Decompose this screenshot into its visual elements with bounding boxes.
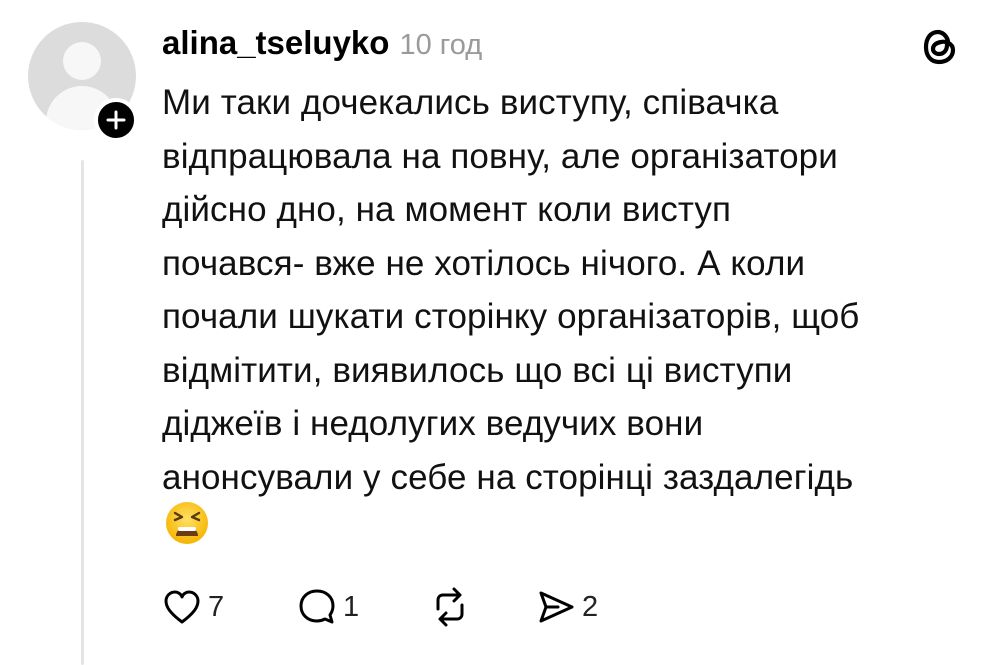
post-line: діджеїв і недолугих ведучих вони <box>162 404 704 443</box>
avatar-head <box>63 42 101 80</box>
share-button[interactable]: 2 <box>536 584 598 630</box>
like-count: 7 <box>208 590 225 623</box>
post-line: відмітити, виявилось що всі ці виступи <box>162 350 793 390</box>
follow-button[interactable] <box>94 98 138 142</box>
thread-line <box>81 160 84 665</box>
post-line: анонсували у себе на сторінці заздалегід… <box>162 457 854 497</box>
comment-icon <box>299 589 335 624</box>
post-line: почали шукати сторінку організаторів, що… <box>162 297 860 336</box>
like-button[interactable]: 7 <box>162 584 224 630</box>
post-line: дійсно дно, на момент коли виступ <box>162 190 732 229</box>
post-header: alina_tseluyko 10 год <box>162 24 482 64</box>
heart-icon <box>164 590 200 624</box>
post-text: Ми таки дочекались виступу, співачка від… <box>162 76 977 504</box>
post-line: відпрацювала на повну, але організатори <box>162 136 838 176</box>
threads-logo-icon[interactable] <box>917 24 963 70</box>
post-time: 10 год <box>399 29 483 61</box>
reply-count: 1 <box>343 590 360 623</box>
share-icon <box>539 591 574 623</box>
tired-face-emoji <box>166 502 208 544</box>
username[interactable]: alina_tseluyko <box>162 24 389 62</box>
share-count: 2 <box>582 590 599 623</box>
post-line: Ми таки дочекались виступу, співачка <box>162 83 779 122</box>
repost-icon <box>436 587 464 627</box>
plus-icon <box>106 110 126 130</box>
post-line: почався- вже не хотілось нічого. А коли <box>162 243 806 283</box>
reply-button[interactable]: 1 <box>297 584 359 630</box>
repost-button[interactable] <box>430 584 470 630</box>
